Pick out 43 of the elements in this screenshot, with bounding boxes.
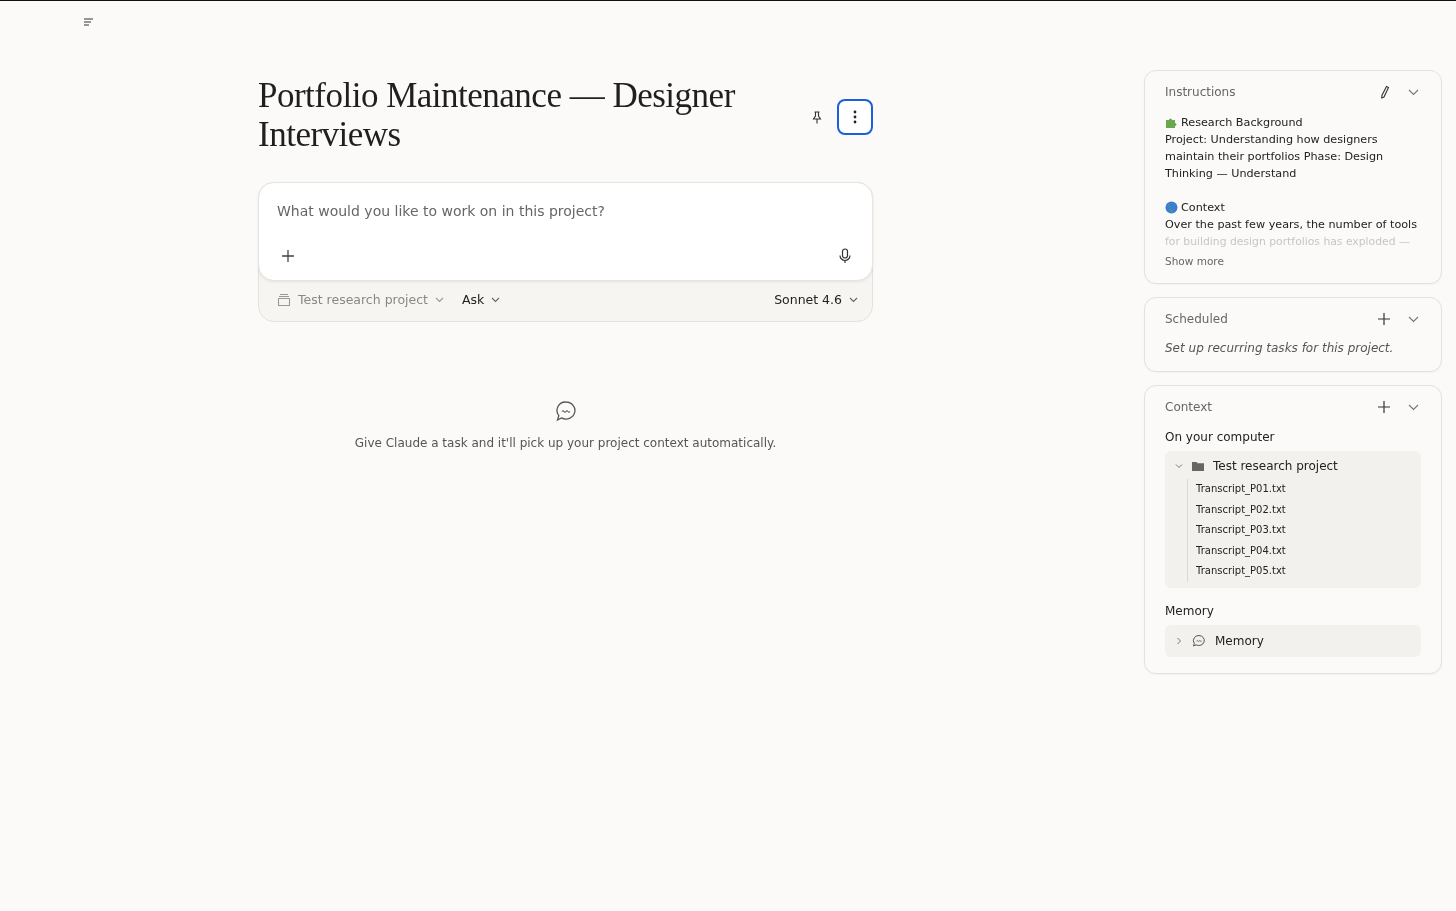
folder-row[interactable]: Test research project <box>1175 459 1411 473</box>
plus-icon[interactable] <box>281 249 295 263</box>
empty-state-text: Give Claude a task and it'll pick up your project context automatically. <box>354 436 777 450</box>
pin-icon[interactable] <box>811 110 823 124</box>
plus-icon[interactable] <box>1378 313 1390 325</box>
file-item[interactable]: Transcript_P03.txt <box>1196 520 1411 541</box>
chat-bubble-icon <box>554 400 577 422</box>
more-button[interactable] <box>837 99 873 135</box>
chevron-down-icon[interactable] <box>1408 88 1419 96</box>
project-title: Portfolio Maintenance — Designer Interviews <box>258 76 736 154</box>
mode-selector[interactable]: Ask <box>462 292 501 307</box>
memory-row[interactable]: Memory <box>1165 624 1421 657</box>
pencil-icon[interactable] <box>1380 85 1390 99</box>
puzzle-icon <box>1165 116 1178 129</box>
memory-icon <box>1192 633 1206 648</box>
chevron-down-icon <box>849 296 858 303</box>
microphone-icon[interactable] <box>839 248 851 264</box>
file-item[interactable]: Transcript_P01.txt <box>1196 479 1411 500</box>
file-item[interactable]: Transcript_P02.txt <box>1196 499 1411 520</box>
panel-title: Instructions <box>1165 85 1236 99</box>
panel-title: Scheduled <box>1165 312 1228 326</box>
chevron-down-icon[interactable] <box>1408 403 1419 411</box>
section-label: Memory <box>1165 603 1215 618</box>
model-selector[interactable]: Sonnet 4.6 <box>774 292 858 307</box>
chevron-down-icon <box>491 296 501 303</box>
file-item[interactable]: Transcript_P05.txt <box>1196 561 1411 582</box>
stack-icon <box>277 292 291 307</box>
section-heading: Research Background <box>1181 115 1303 131</box>
section-heading: Context <box>1181 200 1225 216</box>
globe-icon <box>1165 201 1178 214</box>
file-item[interactable]: Transcript_P04.txt <box>1196 540 1411 561</box>
section-label: On your computer <box>1165 430 1276 444</box>
chevron-down-icon <box>435 296 445 303</box>
more-icon <box>853 110 857 124</box>
plus-icon[interactable] <box>1378 401 1390 413</box>
show-more-link[interactable]: Show more <box>1165 255 1421 267</box>
section-text: Project: Understanding how designers maintain their portfolios Phase: Design Thinking — Understand <box>1165 132 1385 182</box>
scheduled-hint: Set up recurring tasks for this project. <box>1165 341 1395 355</box>
menu-icon[interactable] <box>84 18 94 26</box>
panel-title: Context <box>1165 400 1212 414</box>
section-text: Over the past few years, the number of tools <box>1165 217 1419 233</box>
chevron-down-icon[interactable] <box>1408 315 1419 323</box>
folder-icon <box>1192 461 1204 471</box>
